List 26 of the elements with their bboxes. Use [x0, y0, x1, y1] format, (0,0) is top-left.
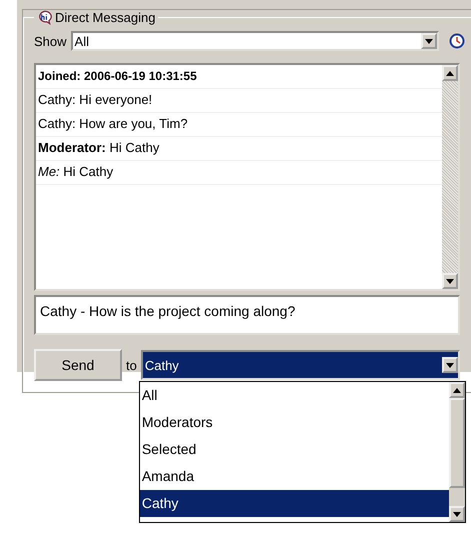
scrollbar[interactable] [449, 382, 465, 522]
clock-icon[interactable] [449, 33, 465, 49]
scroll-down-icon [453, 512, 461, 516]
scroll-down-icon [446, 278, 454, 284]
dropdown-arrow-icon [446, 362, 454, 368]
scroll-up-icon [453, 388, 461, 392]
message-field[interactable]: Cathy - How is the project coming along? [34, 295, 460, 335]
dropdown-arrow-icon [425, 38, 433, 44]
scrollbar[interactable] [442, 65, 458, 289]
to-label: to [126, 358, 137, 372]
recipient-dropdown[interactable]: Cathy [140, 350, 460, 380]
show-label: Show [34, 34, 67, 48]
chat-message: Cathy: How are you, Tim? [36, 113, 442, 137]
dropdown-option[interactable]: Moderators [140, 409, 449, 436]
group-title: Direct Messaging [55, 10, 156, 25]
show-dropdown[interactable]: All [70, 31, 439, 51]
chat-message: Joined: 2006-06-19 10:31:55 [36, 65, 442, 89]
dropdown-option[interactable]: Cathy [140, 490, 449, 517]
dropdown-option[interactable]: Amanda [140, 463, 449, 490]
chat-message: Moderator: Hi Cathy [36, 137, 442, 161]
chat-message: Cathy: Hi everyone! [36, 89, 442, 113]
send-button[interactable]: Send [34, 349, 122, 381]
dropdown-option[interactable]: Selected [140, 436, 449, 463]
chat-message: Me: Hi Cathy [36, 161, 442, 185]
scroll-up-icon [446, 70, 454, 76]
dropdown-option[interactable]: All [140, 382, 449, 409]
